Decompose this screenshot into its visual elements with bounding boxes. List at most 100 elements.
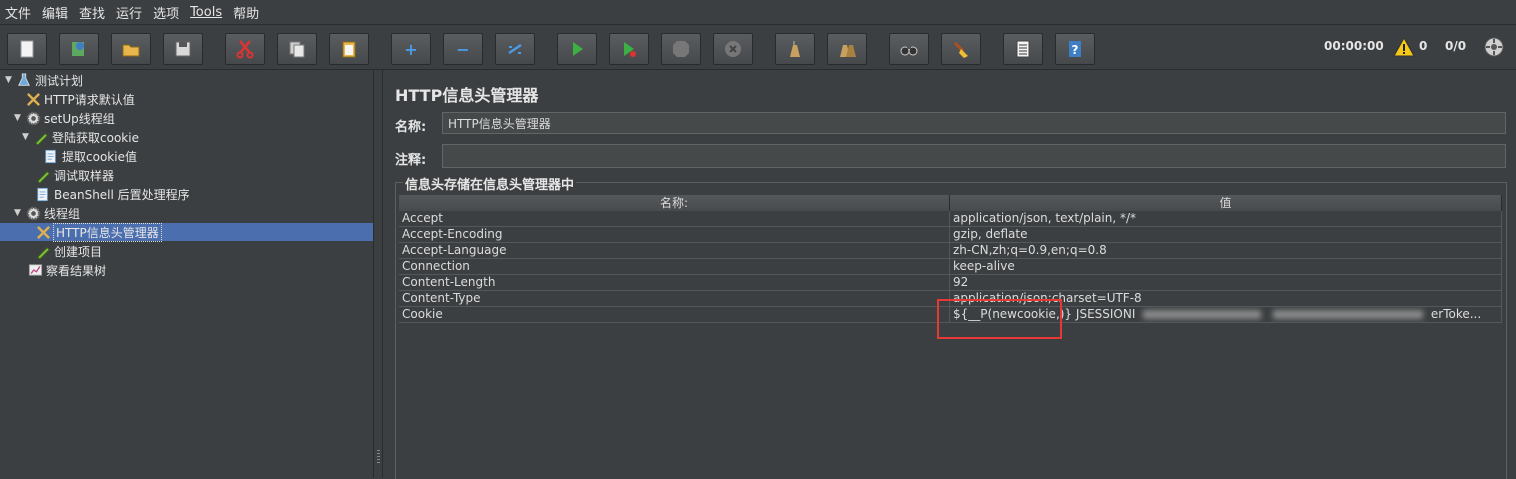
start-no-pause-button[interactable]: [609, 33, 649, 65]
table-row[interactable]: Content-Length 92: [399, 275, 1502, 291]
start-no-pause-icon: [624, 42, 636, 57]
toolbar: + − ? 00:00:00 0 0/0: [0, 25, 1516, 70]
reset-search-button[interactable]: [941, 33, 981, 65]
collapse-icon: −: [456, 39, 470, 59]
reset-search-icon: [953, 41, 968, 58]
clear-button[interactable]: [775, 33, 815, 65]
config-tool-icon: [34, 224, 52, 240]
stop-icon: [673, 41, 689, 57]
highlight-annotation-box: [937, 299, 1062, 339]
tree-node-http-header-manager[interactable]: HTTP信息头管理器: [0, 222, 373, 242]
page-title: HTTP信息头管理器: [395, 86, 539, 105]
tree-node-label: 察看结果树: [46, 263, 107, 278]
svg-text:?: ?: [1072, 43, 1079, 57]
tree-node-label: HTTP信息头管理器: [53, 222, 162, 242]
header-value-cell[interactable]: 92: [950, 275, 1502, 291]
toggle-icon: [508, 43, 522, 55]
test-plan-tree: ▼ 测试计划 HTTP请求默认值 ▼ setUp线程组 ▼ 登陆获取cookie…: [0, 70, 374, 478]
header-value-cell[interactable]: zh-CN,zh;q=0.9,en;q=0.8: [950, 243, 1502, 259]
copy-button[interactable]: [277, 33, 317, 65]
menu-search[interactable]: 查找: [74, 3, 111, 22]
help-button[interactable]: ?: [1055, 33, 1095, 65]
copy-icon: [289, 41, 305, 58]
tree-node-test-plan[interactable]: ▼ 测试计划: [5, 71, 83, 89]
pen-icon: [34, 167, 52, 183]
comment-field[interactable]: [442, 144, 1506, 168]
header-name-cell[interactable]: Accept: [399, 211, 950, 227]
clear-all-icon: [840, 45, 856, 57]
name-field[interactable]: HTTP信息头管理器: [442, 112, 1506, 134]
header-name-cell[interactable]: Connection: [399, 259, 950, 275]
gear-icon: [24, 110, 42, 126]
expand-toggle-icon[interactable]: ▼: [5, 75, 15, 85]
cut-button[interactable]: [225, 33, 265, 65]
new-button[interactable]: [7, 33, 47, 65]
header-name-cell[interactable]: Cookie: [399, 307, 950, 323]
table-row[interactable]: Accept-Encoding gzip, deflate: [399, 227, 1502, 243]
expand-toggle-icon[interactable]: ▼: [14, 208, 24, 218]
tree-node-beanshell-postprocessor[interactable]: BeanShell 后置处理程序: [34, 185, 190, 203]
header-name-cell[interactable]: Accept-Language: [399, 243, 950, 259]
table-row[interactable]: Accept application/json, text/plain, */*: [399, 211, 1502, 227]
expand-button[interactable]: +: [391, 33, 431, 65]
save-button[interactable]: [163, 33, 203, 65]
tree-node-setup-thread-group[interactable]: ▼ setUp线程组: [14, 109, 115, 127]
remote-status-icon[interactable]: [1483, 36, 1505, 58]
expand-toggle-icon[interactable]: ▼: [14, 113, 24, 123]
tree-node-debug-sampler[interactable]: 调试取样器: [34, 166, 114, 184]
menu-tools[interactable]: Tools: [185, 5, 228, 20]
expand-toggle-icon[interactable]: ▼: [22, 132, 32, 142]
paste-button[interactable]: [329, 33, 369, 65]
warning-count: 0: [1419, 39, 1428, 53]
tree-node-http-defaults[interactable]: HTTP请求默认值: [24, 90, 135, 108]
document-icon: [42, 148, 60, 164]
header-name-cell[interactable]: Content-Type: [399, 291, 950, 307]
templates-icon: [72, 42, 84, 56]
cut-icon: [236, 40, 254, 59]
header-value-cell[interactable]: application/json, text/plain, */*: [950, 211, 1502, 227]
warning-icon[interactable]: [1393, 37, 1415, 57]
search-button[interactable]: [889, 33, 929, 65]
tree-node-create-project[interactable]: 创建项目: [34, 242, 102, 260]
function-helper-button[interactable]: [1003, 33, 1043, 65]
open-button[interactable]: [111, 33, 151, 65]
header-value-cell[interactable]: gzip, deflate: [950, 227, 1502, 243]
test-plan-icon: [15, 72, 33, 88]
templates-button[interactable]: [59, 33, 99, 65]
name-label: 名称:: [395, 120, 427, 135]
expand-icon: +: [404, 39, 418, 59]
save-icon: [175, 41, 191, 57]
tree-node-label: 线程组: [44, 206, 81, 221]
chart-icon: [26, 262, 44, 278]
start-button[interactable]: [557, 33, 597, 65]
divider-grip[interactable]: [377, 450, 380, 464]
menu-edit[interactable]: 编辑: [37, 3, 74, 22]
header-name-cell[interactable]: Accept-Encoding: [399, 227, 950, 243]
comment-label: 注释:: [395, 153, 427, 168]
shutdown-button[interactable]: [713, 33, 753, 65]
column-header-name[interactable]: 名称:: [399, 195, 950, 211]
gear-icon: [24, 205, 42, 221]
split-pane-divider[interactable]: [374, 70, 383, 478]
column-header-value[interactable]: 值: [950, 195, 1502, 211]
tree-node-extract-cookie[interactable]: 提取cookie值: [42, 147, 137, 165]
tree-node-label: 调试取样器: [54, 168, 115, 183]
tree-node-login-get-cookie[interactable]: ▼ 登陆获取cookie: [22, 128, 139, 146]
clear-all-button[interactable]: [827, 33, 867, 65]
menu-file[interactable]: 文件: [0, 3, 37, 22]
menu-run[interactable]: 运行: [111, 3, 148, 22]
tree-node-label: 提取cookie值: [62, 149, 137, 164]
group-title: 信息头存储在信息头管理器中: [403, 174, 577, 193]
config-tool-icon: [24, 91, 42, 107]
header-name-cell[interactable]: Content-Length: [399, 275, 950, 291]
menu-help[interactable]: 帮助: [228, 3, 265, 22]
tree-node-thread-group[interactable]: ▼ 线程组: [14, 204, 80, 222]
header-value-cell[interactable]: keep-alive: [950, 259, 1502, 275]
collapse-button[interactable]: −: [443, 33, 483, 65]
table-row[interactable]: Accept-Language zh-CN,zh;q=0.9,en;q=0.8: [399, 243, 1502, 259]
menu-options[interactable]: 选项: [148, 3, 185, 22]
table-row[interactable]: Connection keep-alive: [399, 259, 1502, 275]
toggle-button[interactable]: [495, 33, 535, 65]
stop-button[interactable]: [661, 33, 701, 65]
tree-node-view-results-tree[interactable]: 察看结果树: [26, 261, 106, 279]
